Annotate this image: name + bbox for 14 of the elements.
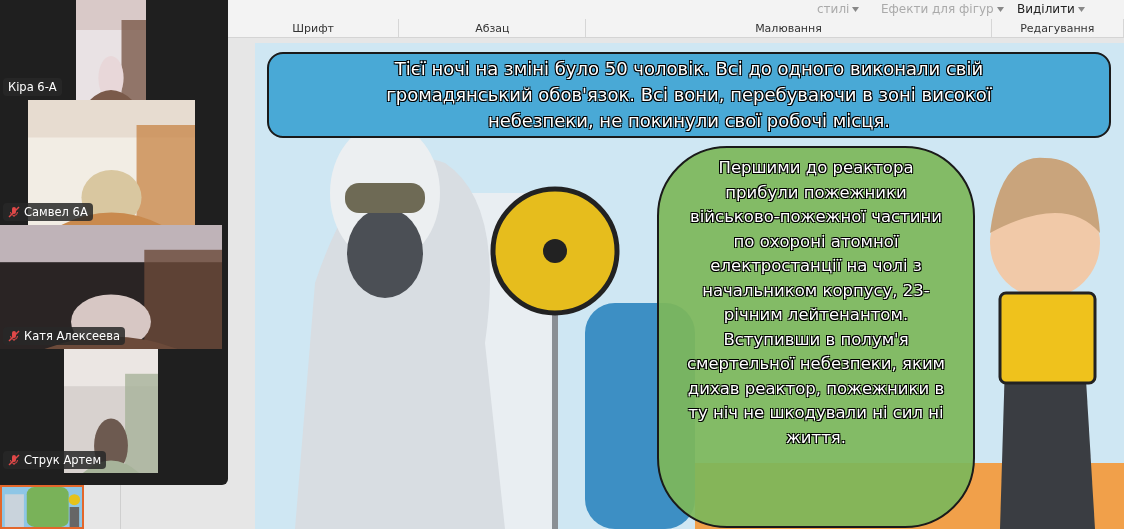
ribbon-group-label: Малювання [586, 19, 992, 37]
ribbon-group-label: Абзац [399, 19, 587, 37]
slide-header-text: Тієї ночі на зміні було 50 чоловік. Всі до одного виконали свій громадянський обов'язок. Всі вони, перебуваючи в зоні високої небезпеки, не покинули свої робочі місця. [267, 52, 1111, 138]
caret-icon [1077, 6, 1085, 12]
ribbon-group-label: Редагування [991, 19, 1124, 37]
participant-name: Самвел 6А [3, 203, 93, 221]
select-button[interactable]: Виділити [1017, 2, 1085, 16]
slide-body-text: Першими до реактора прибули пожежники військово-пожежної частини по охороні атомної електростанції на чолі з начальником корпусу, 23- річним лейтенантом. Вступивши в полум'я смертельної небезпеки, яким дихав реактор, пожежники в ту ніч не шкодували ні сил ні життя. [657, 146, 975, 528]
styles-button[interactable]: стилі [817, 2, 860, 16]
caret-icon [852, 6, 860, 12]
participant-name: Кіра 6-А [3, 78, 62, 96]
participant-name: Струк Артем [3, 451, 107, 469]
caret-icon [996, 6, 1004, 12]
shape-effects-button[interactable]: Ефекти для фігур [881, 2, 1004, 16]
